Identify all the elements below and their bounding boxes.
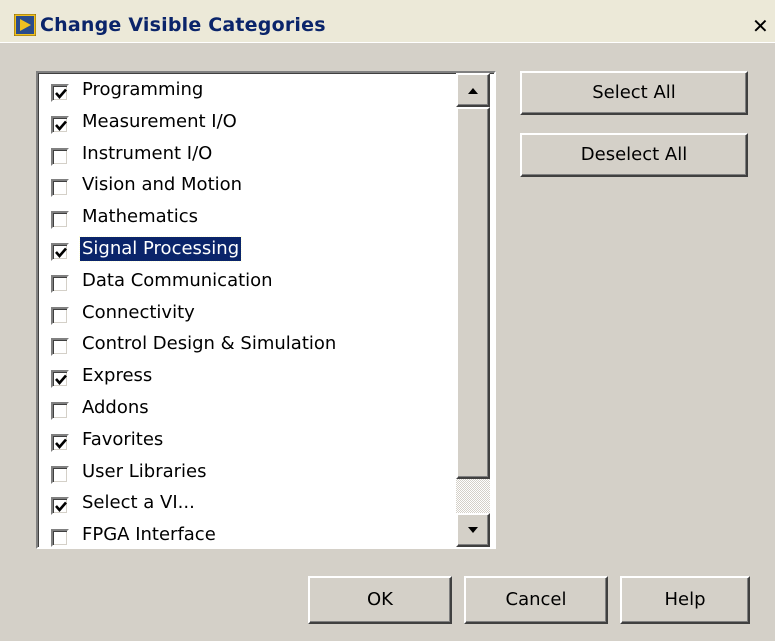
list-item[interactable]: Select a VI... (38, 488, 454, 520)
vertical-scrollbar[interactable] (456, 73, 490, 547)
category-checkbox[interactable] (51, 84, 69, 102)
category-label: Express (82, 365, 153, 387)
list-item[interactable]: Measurement I/O (38, 107, 454, 139)
category-label: Connectivity (82, 301, 195, 323)
scroll-thumb[interactable] (456, 107, 490, 479)
category-label: Control Design & Simulation (82, 333, 337, 355)
list-item[interactable]: Mathematics (38, 202, 454, 234)
list-item[interactable]: Control Design & Simulation (38, 329, 454, 361)
category-label: Select a VI... (82, 492, 195, 514)
check-icon (55, 438, 67, 449)
category-checkbox[interactable] (51, 211, 69, 230)
category-label: Vision and Motion (82, 174, 243, 196)
category-checkbox[interactable] (51, 243, 69, 261)
close-icon[interactable]: ✕ (752, 12, 775, 40)
help-button[interactable]: Help (620, 576, 750, 624)
check-icon (55, 247, 67, 258)
list-item[interactable]: Express (38, 361, 454, 393)
window-title: Change Visible Categories (40, 14, 326, 36)
check-icon (55, 120, 67, 131)
category-checkbox[interactable] (51, 402, 69, 420)
category-list: Programming Measurement I/O Instrument I/O… (38, 73, 454, 547)
list-item[interactable]: Instrument I/O (38, 139, 454, 171)
select-all-button[interactable]: Select All (520, 71, 748, 115)
category-checkbox[interactable] (51, 465, 69, 484)
category-checkbox[interactable] (51, 497, 69, 516)
category-label: Measurement I/O (82, 110, 237, 132)
scroll-up-button[interactable] (456, 73, 490, 107)
category-checkbox[interactable] (51, 115, 69, 134)
scroll-down-button[interactable] (456, 513, 490, 547)
list-item[interactable]: Signal Processing (38, 234, 454, 266)
category-label: User Libraries (82, 460, 207, 482)
category-checkbox[interactable] (51, 338, 69, 357)
check-icon (55, 88, 67, 99)
list-item[interactable]: Data Communication (38, 266, 454, 298)
list-item[interactable]: Programming (38, 75, 454, 107)
category-checkbox[interactable] (51, 370, 69, 389)
category-label: Instrument I/O (82, 142, 213, 164)
arrow-up-icon (468, 88, 478, 94)
category-checkbox[interactable] (51, 179, 69, 198)
category-checkbox[interactable] (51, 433, 69, 452)
list-item[interactable]: Addons (38, 393, 454, 425)
category-label: Addons (82, 397, 149, 418)
list-item[interactable]: Vision and Motion (38, 170, 454, 202)
category-label: Data Communication (82, 269, 273, 291)
category-label: Favorites (82, 428, 164, 450)
deselect-all-button[interactable]: Deselect All (520, 133, 748, 177)
category-label: Mathematics (82, 206, 198, 228)
ok-button[interactable]: OK (308, 576, 452, 624)
arrow-down-icon (468, 527, 478, 533)
list-item[interactable]: User Libraries (38, 457, 454, 489)
list-item[interactable]: Connectivity (38, 298, 454, 330)
scroll-track[interactable] (456, 479, 490, 513)
category-label: Signal Processing (78, 236, 243, 262)
category-checkbox[interactable] (51, 274, 69, 293)
labview-app-icon (14, 14, 36, 36)
category-label: Programming (82, 79, 204, 100)
check-icon (55, 502, 67, 513)
category-label: FPGA Interface (82, 524, 216, 546)
category-checkbox[interactable] (51, 306, 69, 325)
cancel-button[interactable]: Cancel (464, 576, 608, 624)
list-item[interactable]: Favorites (38, 425, 454, 457)
category-checkbox[interactable] (51, 529, 69, 547)
category-checkbox[interactable] (51, 147, 69, 166)
check-icon (55, 374, 67, 386)
title-bar: Change Visible Categories ✕ (0, 0, 775, 43)
category-listbox[interactable]: Programming Measurement I/O Instrument I/O… (36, 71, 496, 549)
list-item[interactable]: FPGA Interface (38, 520, 454, 547)
